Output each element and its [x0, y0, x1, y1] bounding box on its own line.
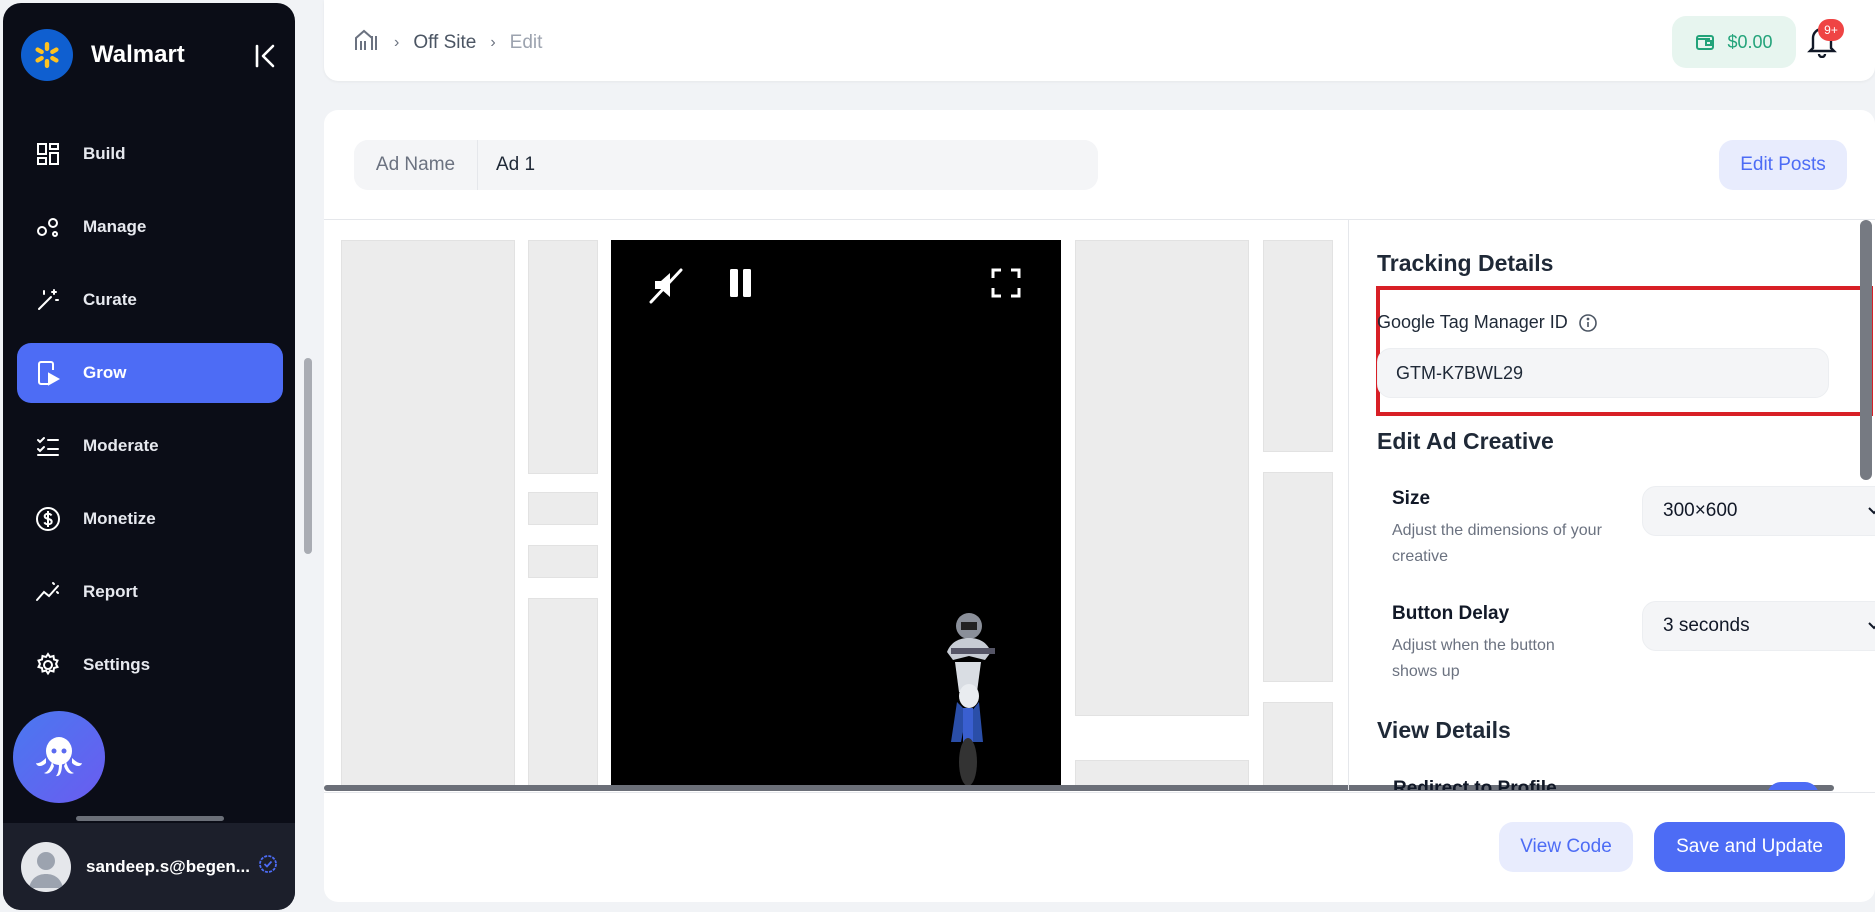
home-icon[interactable]: [354, 28, 380, 58]
gtm-label: Google Tag Manager ID: [1377, 312, 1598, 333]
notification-badge: 9+: [1818, 19, 1844, 41]
octopus-icon: [36, 737, 82, 777]
sidebar-item-settings[interactable]: Settings: [17, 635, 283, 695]
save-and-update-button[interactable]: Save and Update: [1654, 822, 1845, 872]
dollar-circle-icon: [35, 506, 61, 532]
sidebar-item-label: Report: [83, 582, 138, 601]
chevron-down-icon: [1867, 506, 1875, 516]
chevron-right-icon: ›: [490, 34, 496, 51]
sidebar-item-moderate[interactable]: Moderate: [17, 416, 283, 476]
edit-ad-creative-title: Edit Ad Creative: [1377, 428, 1554, 454]
grid-icon: [35, 141, 61, 167]
user-profile[interactable]: sandeep.s@begen...: [3, 823, 295, 910]
wallet-icon: [1695, 33, 1715, 51]
sidebar-item-report[interactable]: Report: [17, 562, 283, 622]
avatar: [21, 841, 71, 892]
verified-badge-icon: [259, 855, 277, 878]
brand-name: Walmart: [91, 41, 185, 68]
sidebar-nav: Build Manage Curate Grow Moderate Moneti…: [17, 124, 283, 708]
placeholder-block: [1263, 702, 1333, 788]
sidebar-item-label: Build: [83, 144, 126, 163]
tracking-details-title: Tracking Details: [1377, 250, 1554, 276]
button-delay-select[interactable]: 3 seconds: [1642, 601, 1875, 651]
sidebar-horizontal-scrollbar[interactable]: [76, 816, 224, 821]
motocross-rider-image: [947, 613, 995, 786]
placeholder-column: [341, 240, 515, 788]
video-player[interactable]: [611, 240, 1061, 788]
collapse-left-icon: [255, 44, 275, 68]
pause-icon[interactable]: [729, 268, 753, 298]
breadcrumb-current: Edit: [509, 32, 543, 53]
chevron-right-icon: ›: [394, 34, 400, 51]
sidebar-item-build[interactable]: Build: [17, 124, 283, 184]
trend-icon: [35, 579, 61, 605]
placeholder-block: [528, 545, 598, 578]
collapse-sidebar-button[interactable]: [251, 41, 281, 71]
size-select[interactable]: 300×600: [1642, 486, 1875, 536]
sidebar-item-manage[interactable]: Manage: [17, 197, 283, 257]
placeholder-block: [1263, 472, 1333, 682]
sidebar-item-label: Monetize: [83, 509, 156, 528]
sidebar-item-monetize[interactable]: Monetize: [17, 489, 283, 549]
wallet-balance-button[interactable]: $0.00: [1672, 16, 1796, 68]
placeholder-block: [1075, 240, 1249, 716]
button-delay-label: Button Delay: [1392, 603, 1510, 624]
placeholder-block: [1075, 760, 1249, 788]
grow-play-icon: [35, 360, 61, 386]
magic-wand-icon: [35, 287, 61, 313]
sidebar-item-label: Settings: [83, 655, 151, 674]
view-code-button[interactable]: View Code: [1499, 822, 1633, 872]
sidebar-item-label: Curate: [83, 290, 137, 309]
gtm-id-input[interactable]: [1377, 348, 1829, 398]
divider: [324, 792, 1875, 793]
gear-icon: [35, 652, 61, 678]
settings-panel-scrollbar[interactable]: [1860, 220, 1872, 480]
topbar: › Off Site › Edit $0.00 9+: [324, 0, 1875, 81]
sidebar-item-label: Grow: [83, 363, 127, 382]
chevron-down-icon: [1867, 621, 1875, 631]
size-description: Adjust the dimensions of your creative: [1392, 522, 1602, 565]
info-icon[interactable]: [1578, 313, 1598, 333]
placeholder-block: [528, 240, 598, 474]
button-delay-select-value: 3 seconds: [1663, 615, 1750, 636]
fullscreen-icon[interactable]: [991, 268, 1021, 298]
breadcrumb: › Off Site › Edit: [354, 28, 542, 58]
ad-name-input[interactable]: [478, 140, 1098, 190]
settings-panel: Tracking Details Google Tag Manager ID E…: [1348, 220, 1875, 790]
breadcrumb-off-site[interactable]: Off Site: [413, 32, 476, 54]
ad-name-field: Ad Name: [354, 140, 1098, 190]
sidebar-item-grow[interactable]: Grow: [17, 343, 283, 403]
placeholder-block: [528, 598, 598, 788]
placeholder-block: [528, 492, 598, 525]
button-delay-description: Adjust when the button shows up: [1392, 637, 1555, 680]
nodes-icon: [35, 214, 61, 240]
sidebar-scrollbar[interactable]: [304, 358, 312, 554]
sidebar: Walmart Build Manage Curate Grow Moderat…: [3, 3, 295, 910]
sidebar-item-label: Moderate: [83, 436, 159, 455]
ad-name-label: Ad Name: [354, 140, 478, 190]
sidebar-item-curate[interactable]: Curate: [17, 270, 283, 330]
ad-editor: Ad Name Edit Posts: [324, 110, 1875, 902]
redirect-to-profile-label: Redirect to Profile: [1393, 778, 1557, 790]
placeholder-block: [1263, 240, 1333, 452]
user-email: sandeep.s@begen...: [86, 856, 250, 876]
size-label: Size: [1392, 488, 1431, 509]
ad-preview: [324, 220, 1347, 788]
walmart-spark-icon: [21, 29, 73, 81]
edit-posts-button[interactable]: Edit Posts: [1719, 140, 1847, 190]
assistant-octopus-button[interactable]: [13, 711, 105, 803]
view-details-title: View Details: [1377, 717, 1511, 743]
brand: Walmart: [21, 29, 185, 81]
redirect-to-profile-toggle[interactable]: [1767, 782, 1819, 790]
mute-icon[interactable]: [647, 266, 685, 304]
sidebar-item-label: Manage: [83, 217, 147, 236]
size-select-value: 300×600: [1663, 500, 1738, 521]
gtm-label-text: Google Tag Manager ID: [1377, 312, 1568, 332]
checklist-icon: [35, 433, 61, 459]
wallet-balance: $0.00: [1727, 31, 1773, 52]
